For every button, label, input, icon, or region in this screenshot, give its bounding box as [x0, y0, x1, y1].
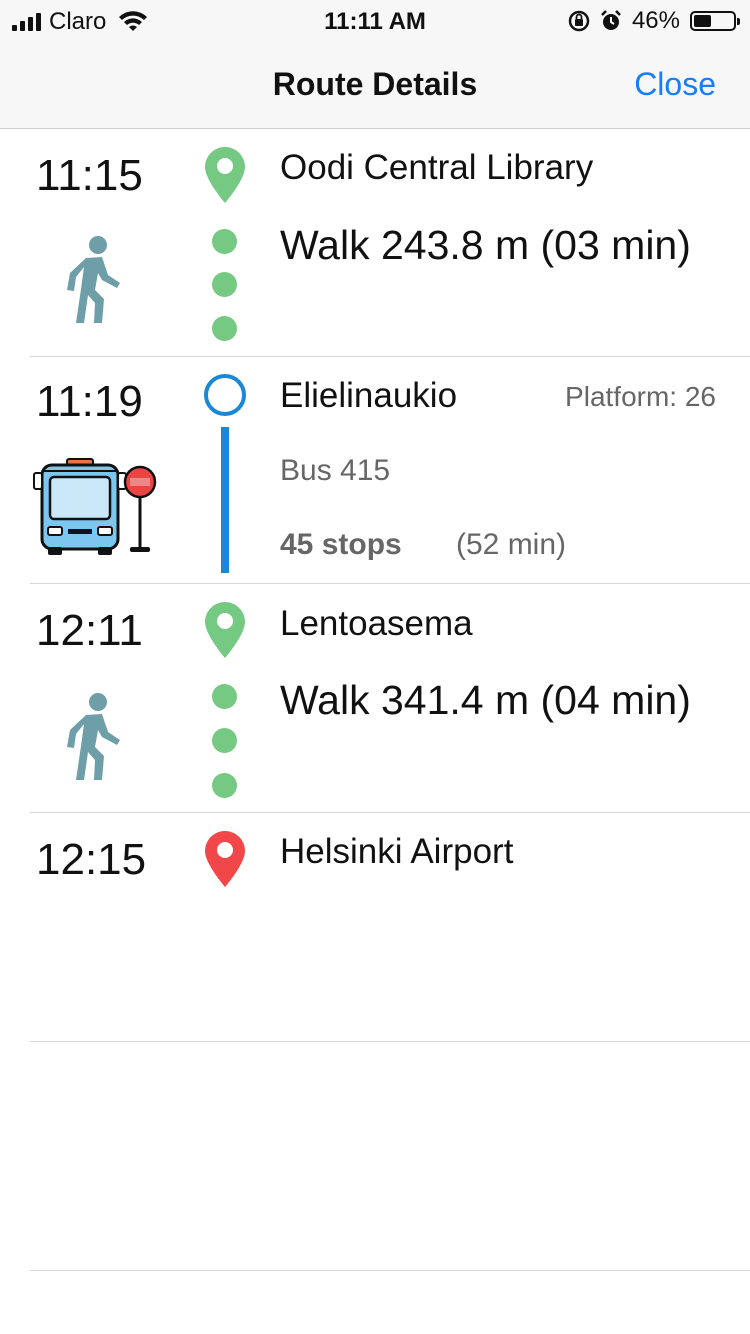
ride-duration: (52 min) — [456, 528, 567, 561]
green-location-pin-icon — [205, 147, 245, 203]
stop-name: Lentoasema — [280, 604, 473, 643]
stop-count: 45 stops — [280, 528, 402, 561]
walk-dot — [212, 316, 237, 341]
walk-details: Walk 341.4 m (04 min) — [280, 677, 691, 723]
leg-time: 11:19 — [36, 377, 143, 426]
route-leg-bus[interactable]: 11:19 Elielinaukio Platform: 26 Bus 415 … — [0, 357, 750, 585]
navigation-bar: Route Details Close — [0, 40, 750, 129]
battery-fill — [694, 15, 711, 27]
route-leg-walk-1[interactable]: 11:15 Oodi Central Library Walk 243.8 m … — [0, 129, 750, 357]
stop-name: Helsinki Airport — [280, 832, 514, 871]
bus-line: Bus 415 — [280, 454, 391, 487]
bus-route-line — [221, 427, 229, 573]
battery-percent: 46% — [631, 7, 680, 34]
walk-dot — [212, 773, 237, 798]
bus-stop-ring-icon — [204, 374, 246, 416]
status-bar: Claro 11:11 AM 46% — [0, 0, 750, 40]
status-right: 46% — [568, 7, 740, 35]
close-button[interactable]: Close — [634, 66, 716, 103]
alarm-icon — [601, 10, 621, 30]
walk-dot — [212, 272, 237, 297]
stop-name: Oodi Central Library — [280, 148, 594, 187]
walking-person-icon — [67, 693, 120, 780]
row-divider — [30, 1041, 750, 1042]
leg-time: 12:15 — [36, 835, 147, 884]
route-leg-walk-2[interactable]: 12:11 Lentoasema Walk 341.4 m (04 min) — [0, 584, 750, 812]
walk-dot — [212, 684, 237, 709]
red-location-pin-icon — [205, 831, 245, 887]
walk-dot — [212, 728, 237, 753]
walk-dot — [212, 229, 237, 254]
battery-icon — [690, 11, 740, 31]
platform-label: Platform: 26 — [565, 381, 716, 412]
stop-name: Elielinaukio — [280, 376, 458, 415]
leg-time: 12:11 — [36, 606, 143, 655]
route-leg-destination[interactable]: 12:15 Helsinki Airport — [0, 813, 750, 1041]
walking-person-icon — [67, 236, 120, 323]
rotation-lock-icon — [568, 10, 590, 32]
green-location-pin-icon — [205, 602, 245, 658]
leg-time: 11:15 — [36, 151, 143, 200]
bus-stop-icon — [33, 458, 157, 555]
walk-details: Walk 243.8 m (03 min) — [280, 222, 691, 268]
row-divider — [30, 1270, 750, 1271]
